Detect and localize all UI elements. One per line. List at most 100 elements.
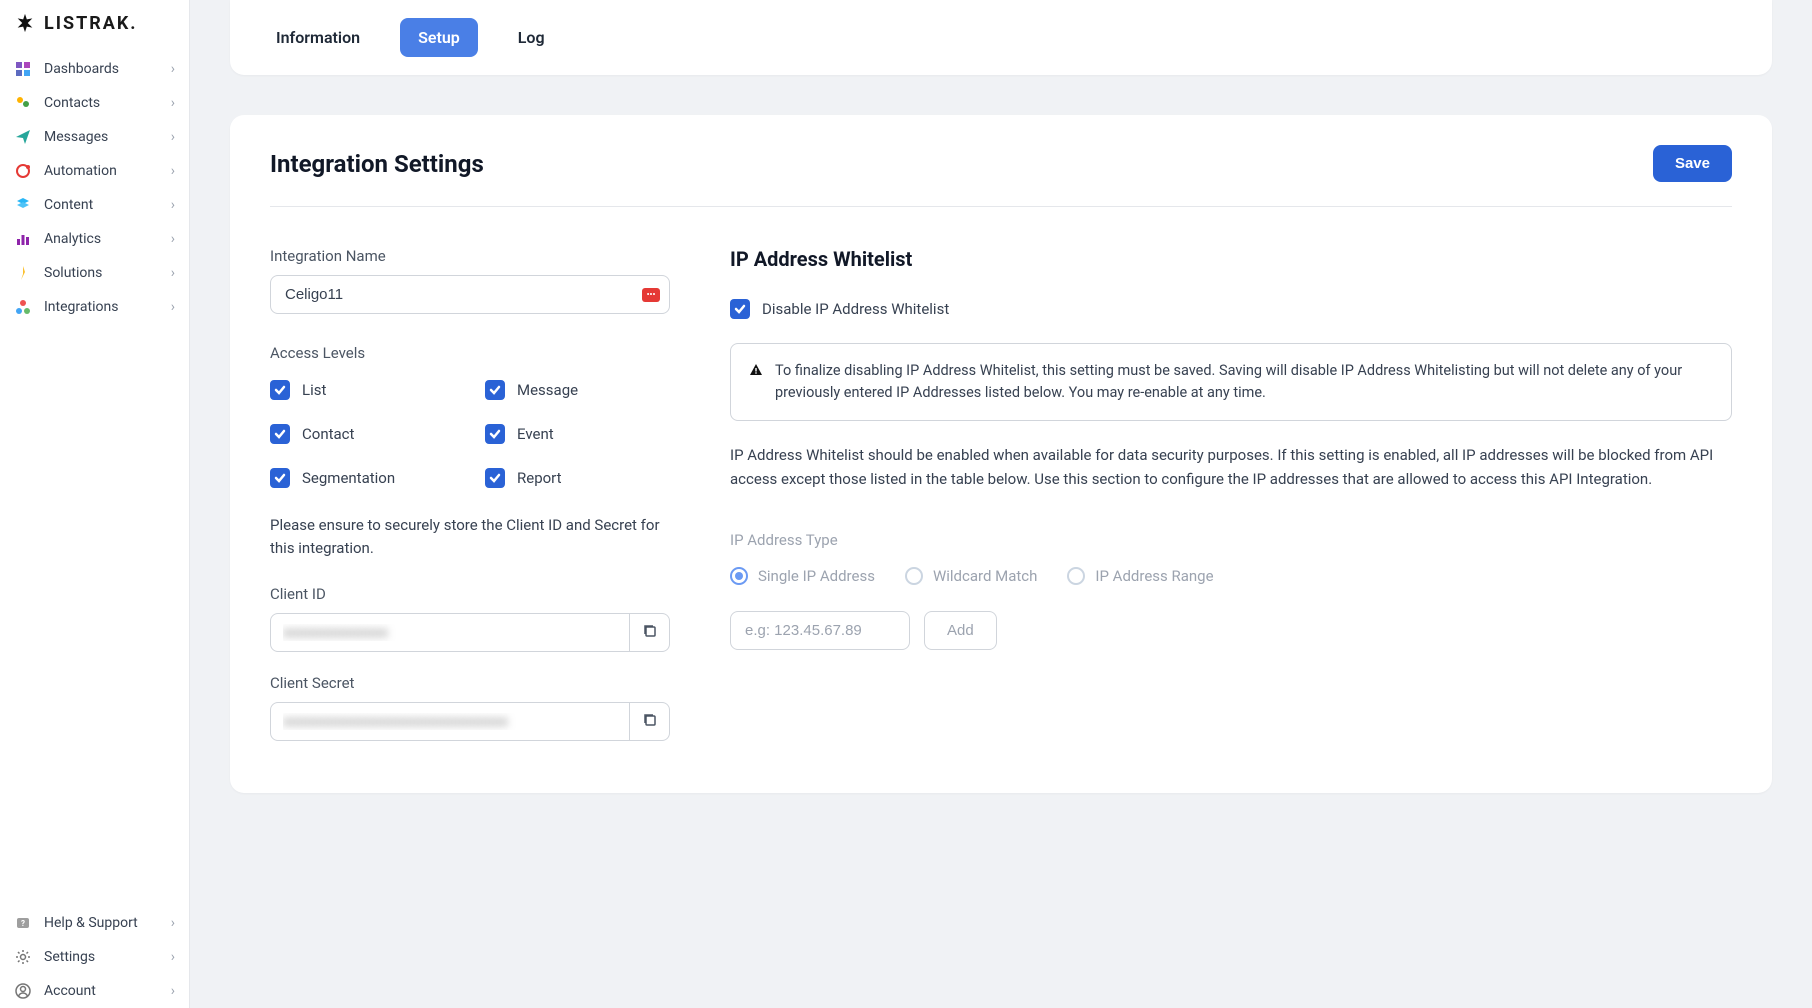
- messages-icon: [14, 128, 32, 146]
- whitelist-alert: To finalize disabling IP Address Whiteli…: [730, 343, 1732, 421]
- chevron-right-icon: ›: [171, 231, 175, 247]
- sidebar-item-dashboards[interactable]: Dashboards ›: [0, 52, 189, 86]
- checkbox-label: Disable IP Address Whitelist: [762, 300, 949, 318]
- nav: Dashboards › Contacts › Messages › Autom…: [0, 52, 189, 1008]
- checkbox-label: List: [302, 381, 326, 399]
- checkbox-disable-whitelist[interactable]: Disable IP Address Whitelist: [730, 299, 1732, 319]
- whitelist-title: IP Address Whitelist: [730, 247, 1732, 271]
- checkbox-segmentation[interactable]: Segmentation: [270, 468, 455, 488]
- checkbox-icon: [270, 380, 290, 400]
- client-id-field[interactable]: [270, 613, 630, 652]
- tabs-card: Information Setup Log: [230, 0, 1772, 75]
- radio-icon: [1067, 567, 1085, 585]
- contacts-icon: [14, 94, 32, 112]
- tabs: Information Setup Log: [258, 18, 1744, 57]
- sidebar-item-solutions[interactable]: Solutions ›: [0, 256, 189, 290]
- checkbox-icon: [270, 424, 290, 444]
- chevron-right-icon: ›: [171, 915, 175, 931]
- access-levels-grid: List Message Contact Event: [270, 380, 670, 488]
- nav-label: Automation: [44, 163, 171, 179]
- chevron-right-icon: ›: [171, 949, 175, 965]
- alert-text: To finalize disabling IP Address Whiteli…: [775, 360, 1713, 404]
- brand-logo: LISTRAK.: [0, 0, 189, 52]
- radio-wildcard[interactable]: Wildcard Match: [905, 567, 1037, 585]
- chevron-right-icon: ›: [171, 265, 175, 281]
- settings-header: Integration Settings Save: [270, 145, 1732, 207]
- checkbox-contact[interactable]: Contact: [270, 424, 455, 444]
- checkbox-icon: [485, 380, 505, 400]
- help-icon: ?: [14, 914, 32, 932]
- checkbox-icon: [270, 468, 290, 488]
- checkbox-icon: [485, 468, 505, 488]
- radio-icon: [905, 567, 923, 585]
- chevron-right-icon: ›: [171, 95, 175, 111]
- integrations-icon: [14, 298, 32, 316]
- whitelist-description: IP Address Whitelist should be enabled w…: [730, 443, 1732, 491]
- tab-setup[interactable]: Setup: [400, 18, 478, 57]
- integration-name-input[interactable]: [270, 275, 670, 314]
- page-title: Integration Settings: [270, 150, 484, 178]
- save-button[interactable]: Save: [1653, 145, 1732, 182]
- radio-icon: [730, 567, 748, 585]
- sidebar-item-integrations[interactable]: Integrations ›: [0, 290, 189, 324]
- left-column: Integration Name ••• Access Levels List: [270, 247, 670, 763]
- checkbox-icon: [485, 424, 505, 444]
- nav-label: Solutions: [44, 265, 171, 281]
- copy-client-id-button[interactable]: [630, 613, 670, 652]
- chevron-right-icon: ›: [171, 61, 175, 77]
- ip-type-radios: Single IP Address Wildcard Match IP Addr…: [730, 567, 1732, 585]
- tab-information[interactable]: Information: [258, 18, 378, 57]
- content-icon: [14, 196, 32, 214]
- nav-label: Account: [44, 983, 171, 999]
- nav-label: Content: [44, 197, 171, 213]
- store-note: Please ensure to securely store the Clie…: [270, 514, 670, 559]
- sidebar-item-help-support[interactable]: ? Help & Support ›: [0, 906, 189, 940]
- sidebar-item-messages[interactable]: Messages ›: [0, 120, 189, 154]
- dashboard-icon: [14, 60, 32, 78]
- radio-range[interactable]: IP Address Range: [1067, 567, 1213, 585]
- sidebar-item-settings[interactable]: Settings ›: [0, 940, 189, 974]
- sidebar-item-account[interactable]: Account ›: [0, 974, 189, 1008]
- radio-single-ip[interactable]: Single IP Address: [730, 567, 875, 585]
- tab-log[interactable]: Log: [500, 18, 563, 57]
- nav-label: Dashboards: [44, 61, 171, 77]
- checkbox-message[interactable]: Message: [485, 380, 670, 400]
- chevron-right-icon: ›: [171, 299, 175, 315]
- checkbox-label: Event: [517, 425, 554, 443]
- access-levels-label: Access Levels: [270, 344, 670, 362]
- sidebar-item-contacts[interactable]: Contacts ›: [0, 86, 189, 120]
- ip-address-input[interactable]: [730, 611, 910, 650]
- sidebar-item-analytics[interactable]: Analytics ›: [0, 222, 189, 256]
- brand-icon: [14, 12, 36, 34]
- integration-name-label: Integration Name: [270, 247, 670, 265]
- right-column: IP Address Whitelist Disable IP Address …: [730, 247, 1732, 763]
- brand-text: LISTRAK.: [44, 13, 138, 34]
- checkbox-label: Segmentation: [302, 469, 395, 487]
- nav-label: Settings: [44, 949, 171, 965]
- sidebar-item-automation[interactable]: Automation ›: [0, 154, 189, 188]
- radio-label: Single IP Address: [758, 567, 875, 585]
- copy-client-secret-button[interactable]: [630, 702, 670, 741]
- chevron-right-icon: ›: [171, 197, 175, 213]
- copy-icon: [642, 712, 658, 731]
- nav-label: Help & Support: [44, 915, 171, 931]
- checkbox-event[interactable]: Event: [485, 424, 670, 444]
- warning-icon: [749, 362, 763, 404]
- client-secret-field[interactable]: [270, 702, 630, 741]
- client-id-label: Client ID: [270, 585, 670, 603]
- chevron-right-icon: ›: [171, 129, 175, 145]
- nav-label: Messages: [44, 129, 171, 145]
- checkbox-report[interactable]: Report: [485, 468, 670, 488]
- solutions-icon: [14, 264, 32, 282]
- checkbox-list[interactable]: List: [270, 380, 455, 400]
- checkbox-label: Message: [517, 381, 578, 399]
- svg-text:?: ?: [21, 919, 25, 928]
- gear-icon: [14, 948, 32, 966]
- checkbox-label: Contact: [302, 425, 354, 443]
- analytics-icon: [14, 230, 32, 248]
- sidebar-item-content[interactable]: Content ›: [0, 188, 189, 222]
- chevron-right-icon: ›: [171, 163, 175, 179]
- input-badge-icon: •••: [642, 288, 660, 302]
- automation-icon: [14, 162, 32, 180]
- add-ip-button[interactable]: Add: [924, 611, 997, 650]
